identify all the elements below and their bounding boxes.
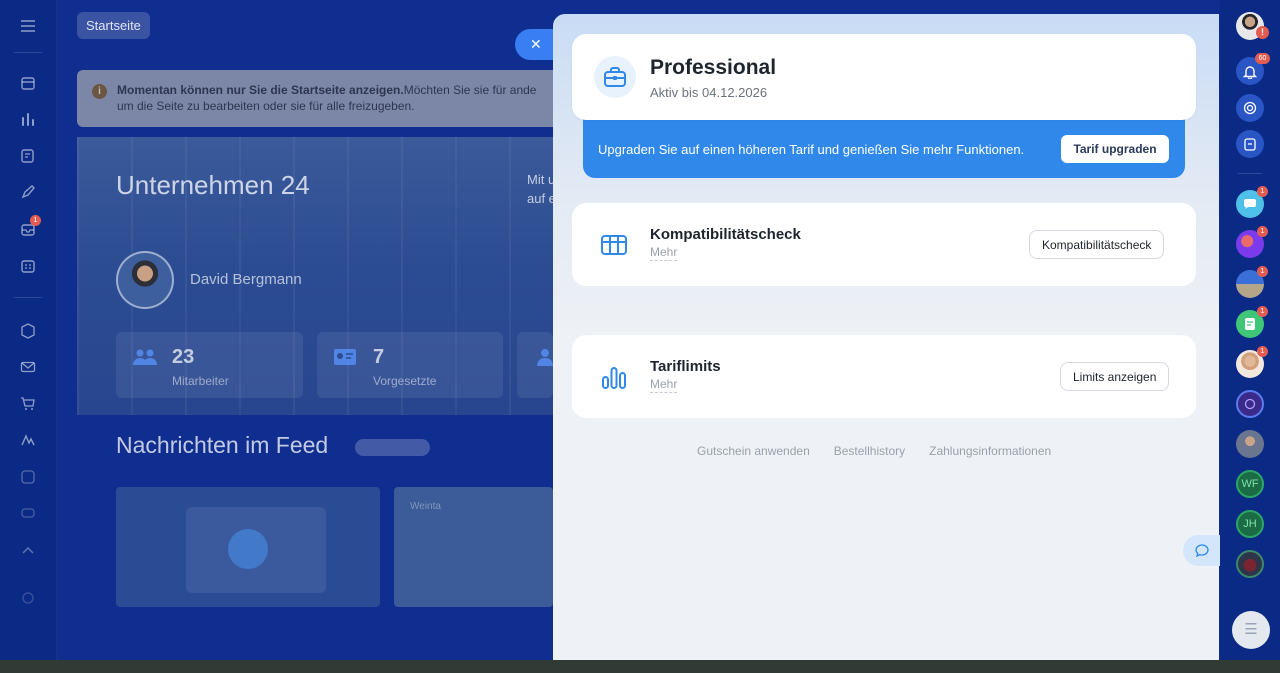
hero-side-text: Mit u auf e	[527, 172, 553, 206]
compatibility-card: Kompatibilitätscheck Mehr Kompatibilität…	[572, 203, 1196, 286]
stat-partial[interactable]	[517, 332, 553, 398]
feed-card-logo	[228, 529, 268, 569]
info-icon: i	[92, 84, 107, 99]
sidebar-divider	[14, 52, 42, 53]
bar-chart-icon	[600, 363, 628, 391]
plan-active-until: Aktiv bis 04.12.2026	[650, 85, 768, 100]
analytics-icon[interactable]	[18, 109, 38, 129]
desktop-edge	[0, 660, 1280, 673]
tariff-limits-title: Tariflimits	[650, 358, 721, 375]
chat-badge: 1	[1257, 306, 1268, 317]
compatibility-more-link[interactable]: Mehr	[650, 245, 678, 261]
calendar-icon[interactable]	[18, 256, 38, 276]
more-apps-icon[interactable]	[18, 503, 38, 523]
upgrade-plan-button[interactable]: Tarif upgraden	[1061, 135, 1169, 163]
upgrade-banner: Upgraden Sie auf einen höheren Tarif und…	[583, 112, 1185, 178]
inbox-badge: 1	[30, 215, 41, 226]
company-title: Unternehmen 24	[116, 170, 310, 200]
chat-item[interactable]	[1236, 550, 1264, 578]
sidebar-divider	[14, 297, 42, 298]
automation-icon[interactable]	[18, 430, 38, 450]
bell-icon	[1243, 65, 1257, 79]
tariff-panel: Professional Aktiv bis 04.12.2026 Upgrad…	[553, 14, 1219, 662]
chat-badge: 1	[1257, 346, 1268, 357]
tab-home[interactable]: Startseite	[77, 12, 150, 39]
notifications-count: 60	[1255, 53, 1270, 64]
compatibility-title: Kompatibilitätscheck	[650, 226, 801, 243]
message-icon	[1244, 199, 1256, 209]
apply-coupon-link[interactable]: Gutschein anwenden	[697, 444, 810, 458]
stat-label: Mitarbeiter	[172, 374, 229, 388]
collapse-up-icon[interactable]	[18, 540, 38, 560]
stat-value: 23	[172, 346, 195, 368]
chat-bubble-button[interactable]	[1183, 535, 1220, 566]
chat-item[interactable]: 1	[1236, 346, 1268, 378]
target-button[interactable]	[1236, 94, 1264, 122]
notice-bold-text: Momentan können nur Sie die Startseite a…	[117, 83, 404, 97]
right-sidebar: ! 60 1 1 1 1 1 WF JH ☰	[1220, 0, 1280, 673]
right-sidebar-divider	[1238, 173, 1262, 174]
table-grid-icon	[600, 231, 628, 259]
chat-icon	[1194, 544, 1209, 557]
target-icon	[1244, 398, 1256, 410]
show-limits-button[interactable]: Limits anzeigen	[1060, 362, 1170, 391]
left-sidebar: 1	[0, 0, 57, 660]
chat-item[interactable]: 1	[1236, 226, 1268, 258]
chat-item[interactable]: 1	[1236, 186, 1268, 218]
mail-icon[interactable]	[18, 357, 38, 377]
tariff-limits-card: Tariflimits Mehr Limits anzeigen	[572, 335, 1196, 418]
hamburger-menu-icon[interactable]	[18, 16, 38, 36]
pen-icon[interactable]	[18, 182, 38, 202]
chat-item-jh[interactable]: JH	[1236, 510, 1264, 538]
order-history-link[interactable]: Bestellhistory	[834, 444, 905, 458]
feed-card[interactable]: Weinta	[394, 487, 553, 607]
stat-supervisors[interactable]: 7 Vorgesetzte	[317, 332, 503, 398]
user-avatar[interactable]	[116, 251, 174, 309]
feed-card[interactable]	[116, 487, 380, 607]
compatibility-check-button[interactable]: Kompatibilitätscheck	[1029, 230, 1165, 259]
feed-status-badge[interactable]	[355, 439, 430, 456]
chat-item[interactable]	[1236, 390, 1264, 418]
feed-card-label: Weinta	[410, 501, 441, 512]
profile-alert-badge: !	[1256, 26, 1269, 39]
tariff-limits-more-link[interactable]: Mehr	[650, 377, 678, 393]
note-icon	[1245, 318, 1255, 330]
stat-value: 7	[373, 346, 385, 368]
stat-label: Vorgesetzte	[373, 374, 437, 388]
close-panel-button[interactable]: ✕	[515, 29, 555, 60]
user-name[interactable]: David Bergmann	[190, 271, 302, 288]
upgrade-text: Upgraden Sie auf einen höheren Tarif und…	[598, 142, 1025, 157]
sites-icon[interactable]	[18, 467, 38, 487]
settings-icon[interactable]	[18, 588, 38, 608]
clipboard-icon	[1244, 138, 1256, 151]
chat-item[interactable]	[1236, 430, 1264, 458]
cart-icon[interactable]	[18, 394, 38, 414]
chat-list-menu-button[interactable]: ☰	[1232, 611, 1270, 649]
panel-footer-links: Gutschein anwenden Bestellhistory Zahlun…	[697, 444, 1051, 458]
people-icon	[132, 348, 158, 368]
target-icon	[1243, 101, 1257, 115]
feed-title: Nachrichten im Feed	[116, 432, 329, 458]
id-card-icon	[333, 348, 359, 368]
box-icon[interactable]	[18, 321, 38, 341]
chat-item[interactable]: 1	[1236, 266, 1268, 298]
chat-item[interactable]: 1	[1236, 306, 1268, 338]
briefcase-icon	[594, 56, 636, 98]
tasks-button[interactable]	[1236, 130, 1264, 158]
chat-badge: 1	[1257, 266, 1268, 277]
plan-card: Professional Aktiv bis 04.12.2026	[572, 34, 1196, 120]
notice-text-line2: um die Seite zu bearbeiten oder sie für …	[117, 99, 415, 113]
profile-avatar[interactable]: !	[1236, 12, 1269, 40]
stat-employees[interactable]: 23 Mitarbeiter	[116, 332, 303, 398]
chat-badge: 1	[1257, 226, 1268, 237]
notice-text: Möchten Sie sie für ande	[403, 83, 537, 97]
chat-item-wf[interactable]: WF	[1236, 470, 1264, 498]
chat-badge: 1	[1257, 186, 1268, 197]
payment-info-link[interactable]: Zahlungsinformationen	[929, 444, 1051, 458]
plan-name: Professional	[650, 56, 777, 79]
document-edit-icon[interactable]	[18, 146, 38, 166]
notifications-button[interactable]: 60	[1236, 53, 1270, 85]
store-icon[interactable]	[18, 73, 38, 93]
